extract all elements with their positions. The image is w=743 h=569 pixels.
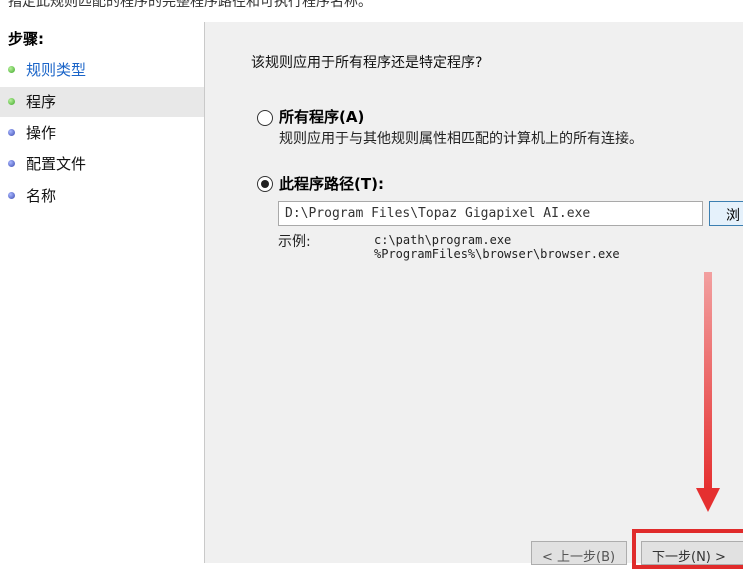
step-pending-icon [8,129,15,136]
sidebar-item-label: 规则类型 [26,61,87,79]
sidebar-item-action[interactable]: 操作 [0,118,204,148]
top-hint-strip: 指定此规则匹配的程序的完整程序路径和可执行程序名称。 [0,0,743,22]
step-complete-icon [8,98,15,105]
step-complete-icon [8,66,15,73]
example-label: 示例: [278,234,311,250]
example-path-line: %ProgramFiles%\browser\browser.exe [374,247,620,261]
sidebar-item-label: 程序 [26,93,57,111]
steps-title: 步骤: [8,30,44,48]
annotation-arrow-shaft [704,272,712,490]
sidebar-item-label: 操作 [26,124,57,142]
sidebar-item-program[interactable]: 程序 [0,87,204,117]
all-programs-label[interactable]: 所有程序(A) [279,106,364,127]
this-program-radio[interactable] [257,176,273,192]
all-programs-description: 规则应用于与其他规则属性相匹配的计算机上的所有连接。 [279,131,643,147]
sidebar-item-label: 名称 [26,187,57,205]
sidebar-item-profile[interactable]: 配置文件 [0,149,204,179]
question-text: 该规则应用于所有程序还是特定程序? [251,55,483,71]
this-program-label[interactable]: 此程序路径(T): [279,173,384,194]
browse-button[interactable]: 浏 [709,201,743,226]
annotation-arrow-head-icon [696,488,720,512]
sidebar-item-name[interactable]: 名称 [0,181,204,211]
step-pending-icon [8,192,15,199]
back-button[interactable]: < 上一步(B) [531,541,627,565]
steps-sidebar: 步骤: 规则类型 程序 操作 配置文件 名称 [0,22,204,563]
program-path-input[interactable]: D:\Program Files\Topaz Gigapixel AI.exe [278,201,703,226]
example-path-line: c:\path\program.exe [374,233,512,247]
main-panel: 该规则应用于所有程序还是特定程序? 所有程序(A) 规则应用于与其他规则属性相匹… [209,22,743,565]
sidebar-item-rule-type[interactable]: 规则类型 [0,55,204,85]
next-button-highlight-box [632,529,743,569]
step-pending-icon [8,160,15,167]
top-hint-text: 指定此规则匹配的程序的完整程序路径和可执行程序名称。 [8,0,372,10]
all-programs-radio[interactable] [257,110,273,126]
sidebar-item-label: 配置文件 [26,155,87,173]
